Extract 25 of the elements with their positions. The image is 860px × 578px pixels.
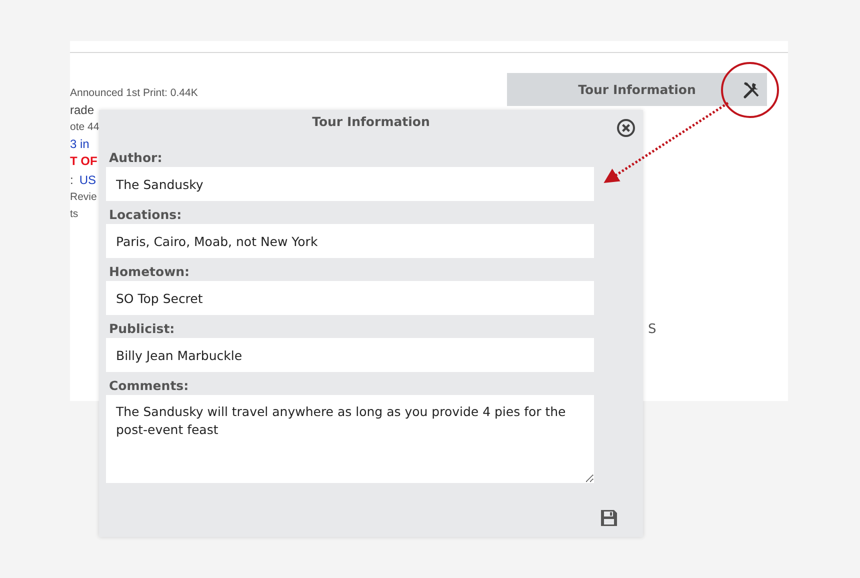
field-label: Comments:	[109, 377, 190, 395]
comments-field[interactable]: The Sandusky will travel anywhere as long as you provide 4 pies for the post-event feast	[106, 395, 594, 483]
line-text: ts	[70, 208, 78, 220]
line-text: Announced 1st Print: 0.44K	[70, 87, 198, 99]
field-label: Locations:	[109, 206, 183, 224]
input-field[interactable]: Paris, Cairo, Moab, not New York	[106, 224, 594, 258]
save-icon[interactable]	[599, 508, 619, 528]
line-text: Revie	[70, 191, 97, 203]
panel-title: Tour Information	[578, 82, 696, 97]
line-text: :	[70, 173, 74, 187]
line-text: 3 in	[70, 137, 90, 151]
line-text: S	[648, 322, 656, 337]
line-text: rade	[70, 103, 94, 117]
field-label: Author:	[109, 149, 164, 167]
highlight-circle	[721, 62, 779, 118]
input-field[interactable]: The Sandusky	[106, 167, 594, 201]
input-field[interactable]: Billy Jean Marbuckle	[106, 338, 594, 372]
dialog-title: Tour Information	[312, 114, 430, 130]
country-link[interactable]: US	[79, 173, 96, 187]
field-label: Hometown:	[109, 263, 191, 281]
field-label: Publicist:	[109, 320, 176, 338]
close-icon[interactable]	[616, 118, 636, 138]
line-text: T OF	[70, 154, 98, 168]
line-text: ote 44	[70, 121, 100, 133]
input-field[interactable]: SO Top Secret	[106, 281, 594, 315]
